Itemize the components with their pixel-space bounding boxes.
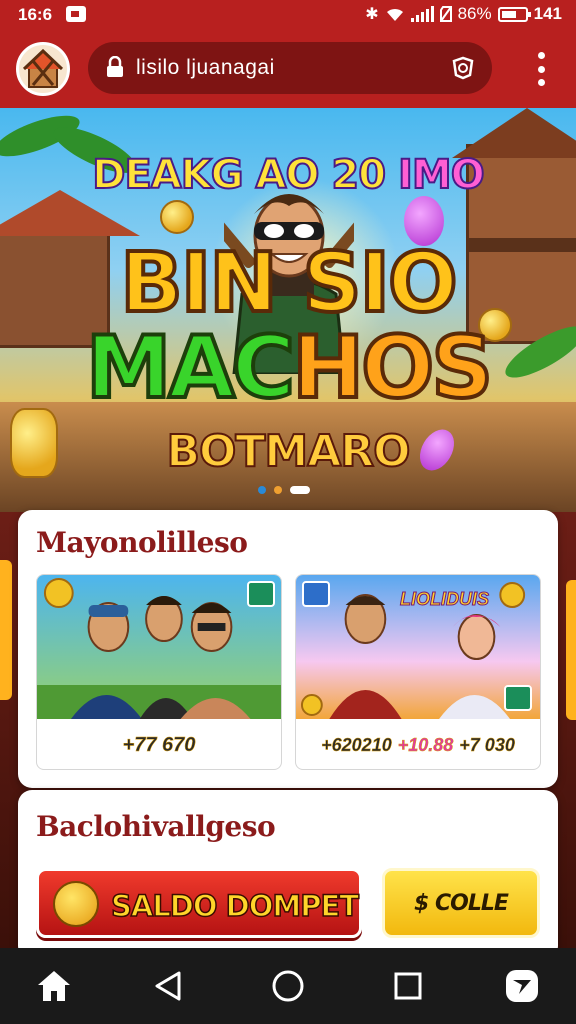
hero-banner[interactable]: DEAKG AO 20 IMO BIN SIO MACHOS BOTMARO (0, 108, 576, 512)
tabs-icon[interactable] (450, 55, 476, 81)
system-navigation-bar (0, 948, 576, 1024)
side-decoration (0, 560, 12, 700)
hero-top-line: DEAKG AO 20 IMO (91, 151, 485, 199)
hero-title-line1: BIN SIO (118, 234, 459, 333)
status-clock-right: 141 (533, 4, 562, 23)
hero-subtitle: BOTMARO (165, 425, 411, 478)
battery-icon (497, 6, 531, 22)
game-card[interactable]: +77 670 (36, 574, 282, 770)
wallet-icon (53, 881, 99, 927)
game-card[interactable]: LIOLIDUIS +620210 +10.88 +7 030 (295, 574, 541, 770)
game-stats: +77 670 (37, 719, 281, 769)
carousel-indicator[interactable] (258, 486, 310, 494)
game-badge-icon (504, 685, 532, 711)
status-bar: 16:6 ✱ 86% 141 (0, 0, 576, 30)
status-icons: ✱ 86% 141 (365, 4, 562, 24)
coin-button-label: $ COLLE (414, 890, 509, 916)
status-time: 16:6 (18, 5, 53, 24)
wifi-icon (386, 8, 403, 21)
no-sim-icon (439, 6, 452, 22)
house-logo-icon (22, 48, 64, 88)
back-triangle-icon (155, 971, 181, 1001)
section-title: Baclohivallgeso (36, 810, 276, 843)
game-stat-value: +77 670 (122, 733, 196, 756)
overflow-menu-icon[interactable] (536, 52, 546, 86)
game-stat-value: +10.88 (397, 734, 454, 755)
signal-icon (410, 6, 434, 22)
recents-nav-button[interactable] (384, 962, 432, 1010)
home-icon (38, 971, 70, 1001)
browser-toolbar: lisilo ljuanagai (0, 30, 576, 108)
game-stats: +620210 +10.88 +7 030 (296, 719, 540, 769)
saldo-dompet-label: SALDO DOMPET (110, 888, 360, 924)
carousel-dot[interactable] (258, 486, 266, 494)
coin-button[interactable]: $ COLLE (382, 868, 540, 938)
game-logo-text: LIOLIDUIS (400, 589, 490, 610)
game-badge-icon (247, 581, 275, 607)
assistant-icon (506, 970, 538, 1002)
recents-square-icon (394, 972, 422, 1000)
address-bar[interactable]: lisilo ljuanagai (88, 42, 492, 94)
game-stat-value: +7 030 (459, 734, 515, 755)
assistant-nav-button[interactable] (498, 962, 546, 1010)
home-nav-button[interactable] (30, 962, 78, 1010)
hero-title-line2: MACHOS (84, 316, 495, 420)
bluetooth-icon: ✱ (365, 6, 379, 23)
coin-illustration (160, 200, 194, 234)
lock-icon (107, 56, 123, 77)
section-title: Mayonolilleso (36, 526, 248, 559)
back-nav-button[interactable] (144, 962, 192, 1010)
site-logo[interactable] (16, 42, 70, 96)
home-circle-icon (272, 970, 304, 1002)
notification-icon (66, 6, 86, 22)
battery-percent: 86% (457, 4, 492, 23)
games-section-card: Mayonolilleso +77 670 LIOLIDUIS +620210 … (18, 510, 558, 788)
saldo-dompet-button[interactable]: SALDO DOMPET (36, 868, 362, 938)
carousel-dot[interactable] (274, 486, 282, 494)
carousel-dot-active[interactable] (290, 486, 310, 494)
game-stat-value: +620210 (321, 734, 392, 755)
right-roof-illustration (452, 108, 576, 158)
home-circle-nav-button[interactable] (264, 962, 312, 1010)
game-badge-icon (302, 581, 330, 607)
side-decoration (566, 580, 576, 720)
game-thumbnail (37, 575, 281, 719)
url-text: lisilo ljuanagai (136, 56, 275, 79)
